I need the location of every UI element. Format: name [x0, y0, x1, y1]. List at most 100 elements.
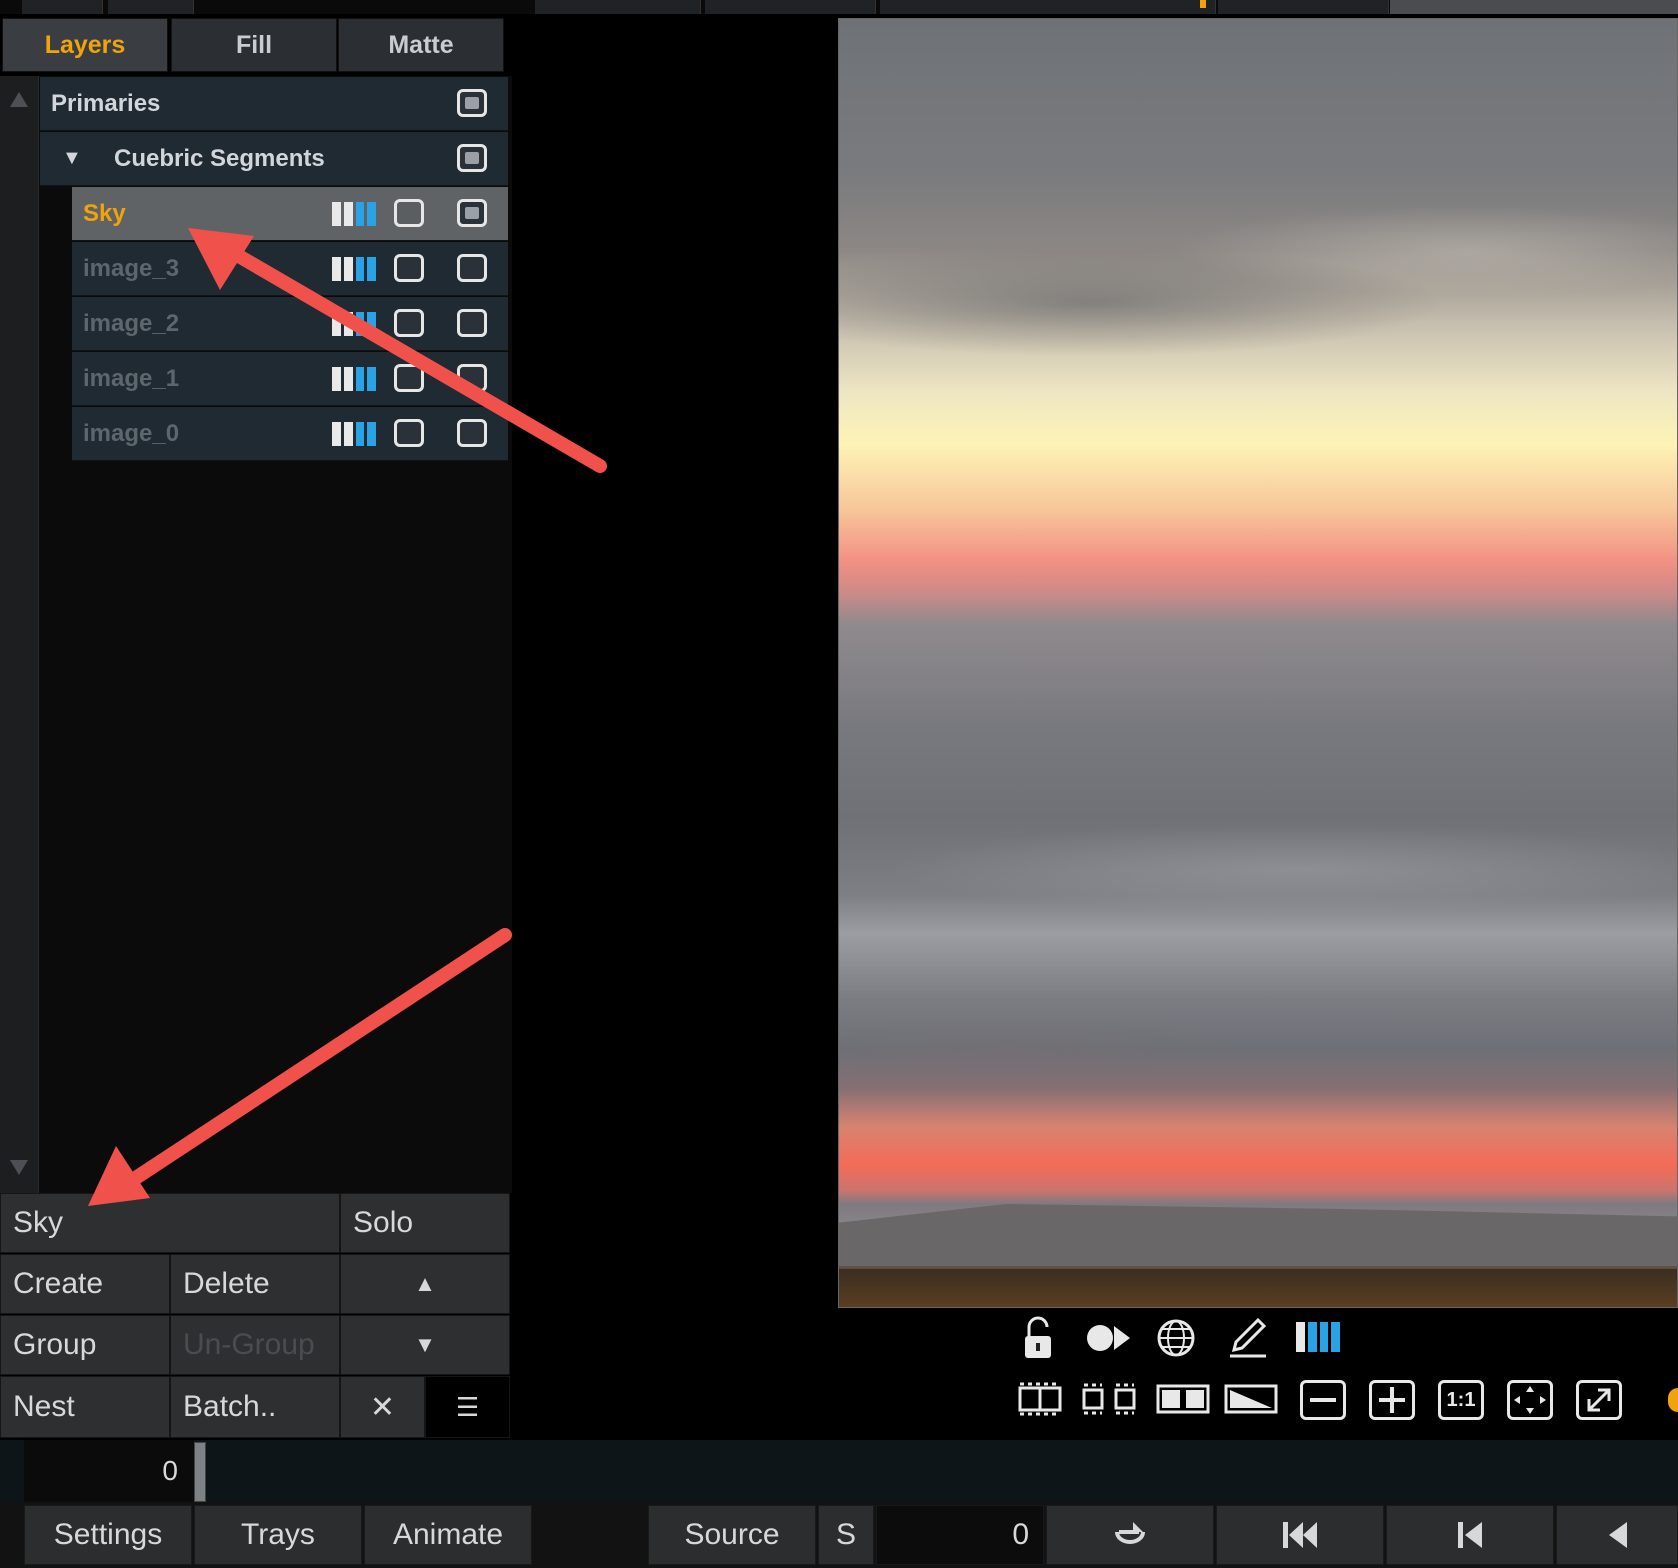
scroll-down-icon[interactable] [10, 1160, 28, 1175]
trays-button[interactable]: Trays [194, 1505, 362, 1565]
top-strip-segment[interactable] [1390, 0, 1678, 14]
side-by-side-icon[interactable] [1156, 1384, 1210, 1414]
loop-icon [1115, 1522, 1145, 1544]
ungroup-button[interactable]: Un-Group [170, 1315, 340, 1375]
layer-label: image_0 [83, 419, 180, 447]
play-reverse-button[interactable] [1556, 1505, 1678, 1565]
expand-icon [1587, 1388, 1611, 1412]
lock-icon[interactable] [1020, 1316, 1056, 1360]
top-strip-segment[interactable] [22, 0, 103, 14]
visibility-checkbox[interactable] [457, 419, 487, 447]
top-strip-segment[interactable] [108, 0, 194, 14]
menu-button[interactable]: ☰ [425, 1376, 510, 1438]
zoom-1to1-button[interactable]: 1:1 [1438, 1380, 1484, 1420]
close-button[interactable]: ✕ [340, 1376, 425, 1438]
layer-row-image-2[interactable]: image_2 [72, 297, 508, 351]
visibility-checkbox[interactable] [457, 309, 487, 337]
color-channels-icon[interactable] [1296, 1322, 1340, 1352]
layer-name-field[interactable]: Sky [0, 1193, 340, 1253]
layer-label: image_2 [83, 309, 180, 337]
color-channels-icon[interactable] [332, 367, 376, 391]
top-menu-strip [0, 0, 1678, 14]
fit-to-view-button[interactable] [1507, 1380, 1553, 1420]
visibility-checkbox[interactable] [457, 254, 487, 282]
loop-button[interactable] [1046, 1505, 1214, 1565]
pencil-icon[interactable] [1228, 1316, 1268, 1360]
layers-scrollbar[interactable] [0, 76, 39, 1193]
zoom-in-button[interactable] [1369, 1380, 1415, 1420]
layer-row-image-3[interactable]: image_3 [72, 242, 508, 296]
zoom-out-button[interactable] [1300, 1380, 1346, 1420]
step-back-icon [1458, 1522, 1482, 1548]
tab-fill[interactable]: Fill [171, 18, 337, 72]
layer-label: image_1 [83, 364, 180, 392]
layer-row-image-0[interactable]: image_0 [72, 407, 508, 461]
down-arrow-icon: ▼ [414, 1332, 436, 1357]
move-up-button[interactable]: ▲ [340, 1254, 510, 1314]
wipe-compare-icon[interactable] [1224, 1384, 1278, 1414]
tab-matte[interactable]: Matte [338, 18, 504, 72]
solo-checkbox[interactable] [394, 419, 424, 447]
visibility-checkbox[interactable] [457, 364, 487, 392]
close-icon: ✕ [369, 1390, 396, 1424]
top-strip-segment[interactable] [1218, 0, 1389, 14]
solo-checkbox[interactable] [394, 199, 424, 227]
top-strip-segment[interactable] [880, 0, 1051, 14]
visibility-checkbox[interactable] [457, 89, 487, 117]
fullscreen-button[interactable] [1576, 1380, 1622, 1420]
nest-button[interactable]: Nest [0, 1376, 170, 1438]
animate-button[interactable]: Animate [364, 1505, 532, 1565]
color-channels-icon[interactable] [332, 257, 376, 281]
filmstrip-icon[interactable] [1018, 1382, 1062, 1416]
layer-row-primaries[interactable]: Primaries [40, 77, 508, 131]
globe-icon[interactable] [1156, 1318, 1196, 1358]
scroll-up-icon[interactable] [10, 92, 28, 107]
skip-to-start-icon [1283, 1522, 1317, 1548]
minus-icon [1310, 1398, 1336, 1402]
top-strip-marker [1200, 0, 1206, 8]
batch-button[interactable]: Batch.. [170, 1376, 340, 1438]
timeline-track[interactable] [0, 1440, 1678, 1502]
ground-strip [839, 1269, 1677, 1307]
create-button[interactable]: Create [0, 1254, 170, 1314]
color-channels-icon[interactable] [332, 202, 376, 226]
color-channels-icon[interactable] [332, 312, 376, 336]
solo-checkbox[interactable] [394, 254, 424, 282]
record-play-icon[interactable] [1086, 1322, 1132, 1354]
split-frames-icon[interactable] [1080, 1382, 1138, 1416]
sky-clouds [839, 19, 1677, 1307]
layer-row-sky[interactable]: Sky [72, 187, 508, 241]
previous-frame-button[interactable] [1386, 1505, 1554, 1565]
settings-button[interactable]: Settings [24, 1505, 192, 1565]
color-channels-icon[interactable] [332, 422, 376, 446]
top-strip-segment[interactable] [535, 0, 701, 14]
frame-field[interactable]: 0 [876, 1505, 1044, 1565]
visibility-checkbox[interactable] [457, 144, 487, 172]
visibility-checkbox[interactable] [457, 199, 487, 227]
solo-checkbox[interactable] [394, 309, 424, 337]
more-tools-indicator[interactable] [1668, 1388, 1678, 1412]
solo-checkbox[interactable] [394, 364, 424, 392]
go-to-start-button[interactable] [1216, 1505, 1384, 1565]
top-strip-segment[interactable] [705, 0, 876, 14]
collapse-triangle-icon[interactable]: ▼ [62, 147, 82, 170]
timeline-playhead[interactable] [194, 1442, 206, 1502]
up-arrow-icon: ▲ [414, 1271, 436, 1296]
viewer-image[interactable] [838, 18, 1678, 1308]
s-button[interactable]: S [818, 1505, 874, 1565]
tab-layers[interactable]: Layers [2, 18, 168, 72]
layer-label: Primaries [51, 89, 161, 117]
play-reverse-icon [1609, 1522, 1627, 1548]
top-strip-segment[interactable] [1050, 0, 1216, 14]
layer-label: Sky [83, 199, 126, 227]
source-button[interactable]: Source [648, 1505, 816, 1565]
group-button[interactable]: Group [0, 1315, 170, 1375]
layer-group-cuebric-segments[interactable]: ▼ Cuebric Segments [40, 132, 508, 186]
solo-button[interactable]: Solo [340, 1193, 510, 1253]
plus-icon [1379, 1387, 1405, 1413]
menu-icon: ☰ [455, 1391, 480, 1422]
move-down-button[interactable]: ▼ [340, 1315, 510, 1375]
delete-button[interactable]: Delete [170, 1254, 340, 1314]
layer-row-image-1[interactable]: image_1 [72, 352, 508, 406]
layer-label: image_3 [83, 254, 180, 282]
